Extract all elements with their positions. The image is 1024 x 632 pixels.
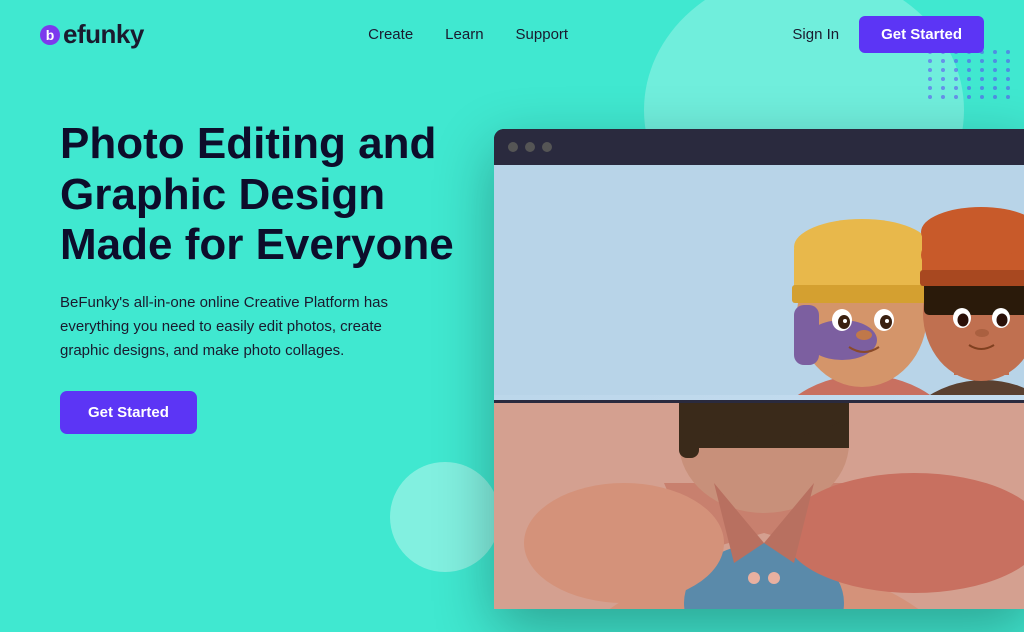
- hero-description: BeFunky's all-in-one online Creative Pla…: [60, 291, 390, 363]
- photo-top: [494, 165, 1024, 403]
- nav-support[interactable]: Support: [516, 26, 569, 43]
- site-header: b efunky Create Learn Support Sign In Ge…: [0, 0, 1024, 69]
- nav-learn[interactable]: Learn: [445, 26, 483, 43]
- logo-text: efunky: [63, 19, 144, 50]
- browser-content: [494, 165, 1024, 609]
- illustration-bottom: [494, 403, 1024, 609]
- header-actions: Sign In Get Started: [792, 16, 984, 53]
- sign-in-link[interactable]: Sign In: [792, 26, 839, 43]
- main-nav: Create Learn Support: [368, 26, 568, 43]
- get-started-main-button[interactable]: Get Started: [60, 391, 197, 434]
- illustration-top: [494, 165, 1024, 395]
- hero-text-block: Photo Editing and Graphic Design Made fo…: [60, 99, 460, 434]
- hero-title: Photo Editing and Graphic Design Made fo…: [60, 119, 460, 271]
- logo-b-icon: b: [40, 25, 60, 45]
- photo-bottom: [494, 403, 1024, 609]
- nav-create[interactable]: Create: [368, 26, 413, 43]
- browser-dot-3: [542, 142, 552, 152]
- bg-circle-shape: [390, 462, 500, 572]
- browser-mockup: [494, 129, 1024, 609]
- browser-dot-2: [525, 142, 535, 152]
- browser-bar: [494, 129, 1024, 165]
- browser-dot-1: [508, 142, 518, 152]
- get-started-header-button[interactable]: Get Started: [859, 16, 984, 53]
- hero-section: Photo Editing and Graphic Design Made fo…: [0, 69, 1024, 434]
- logo[interactable]: b efunky: [40, 19, 144, 50]
